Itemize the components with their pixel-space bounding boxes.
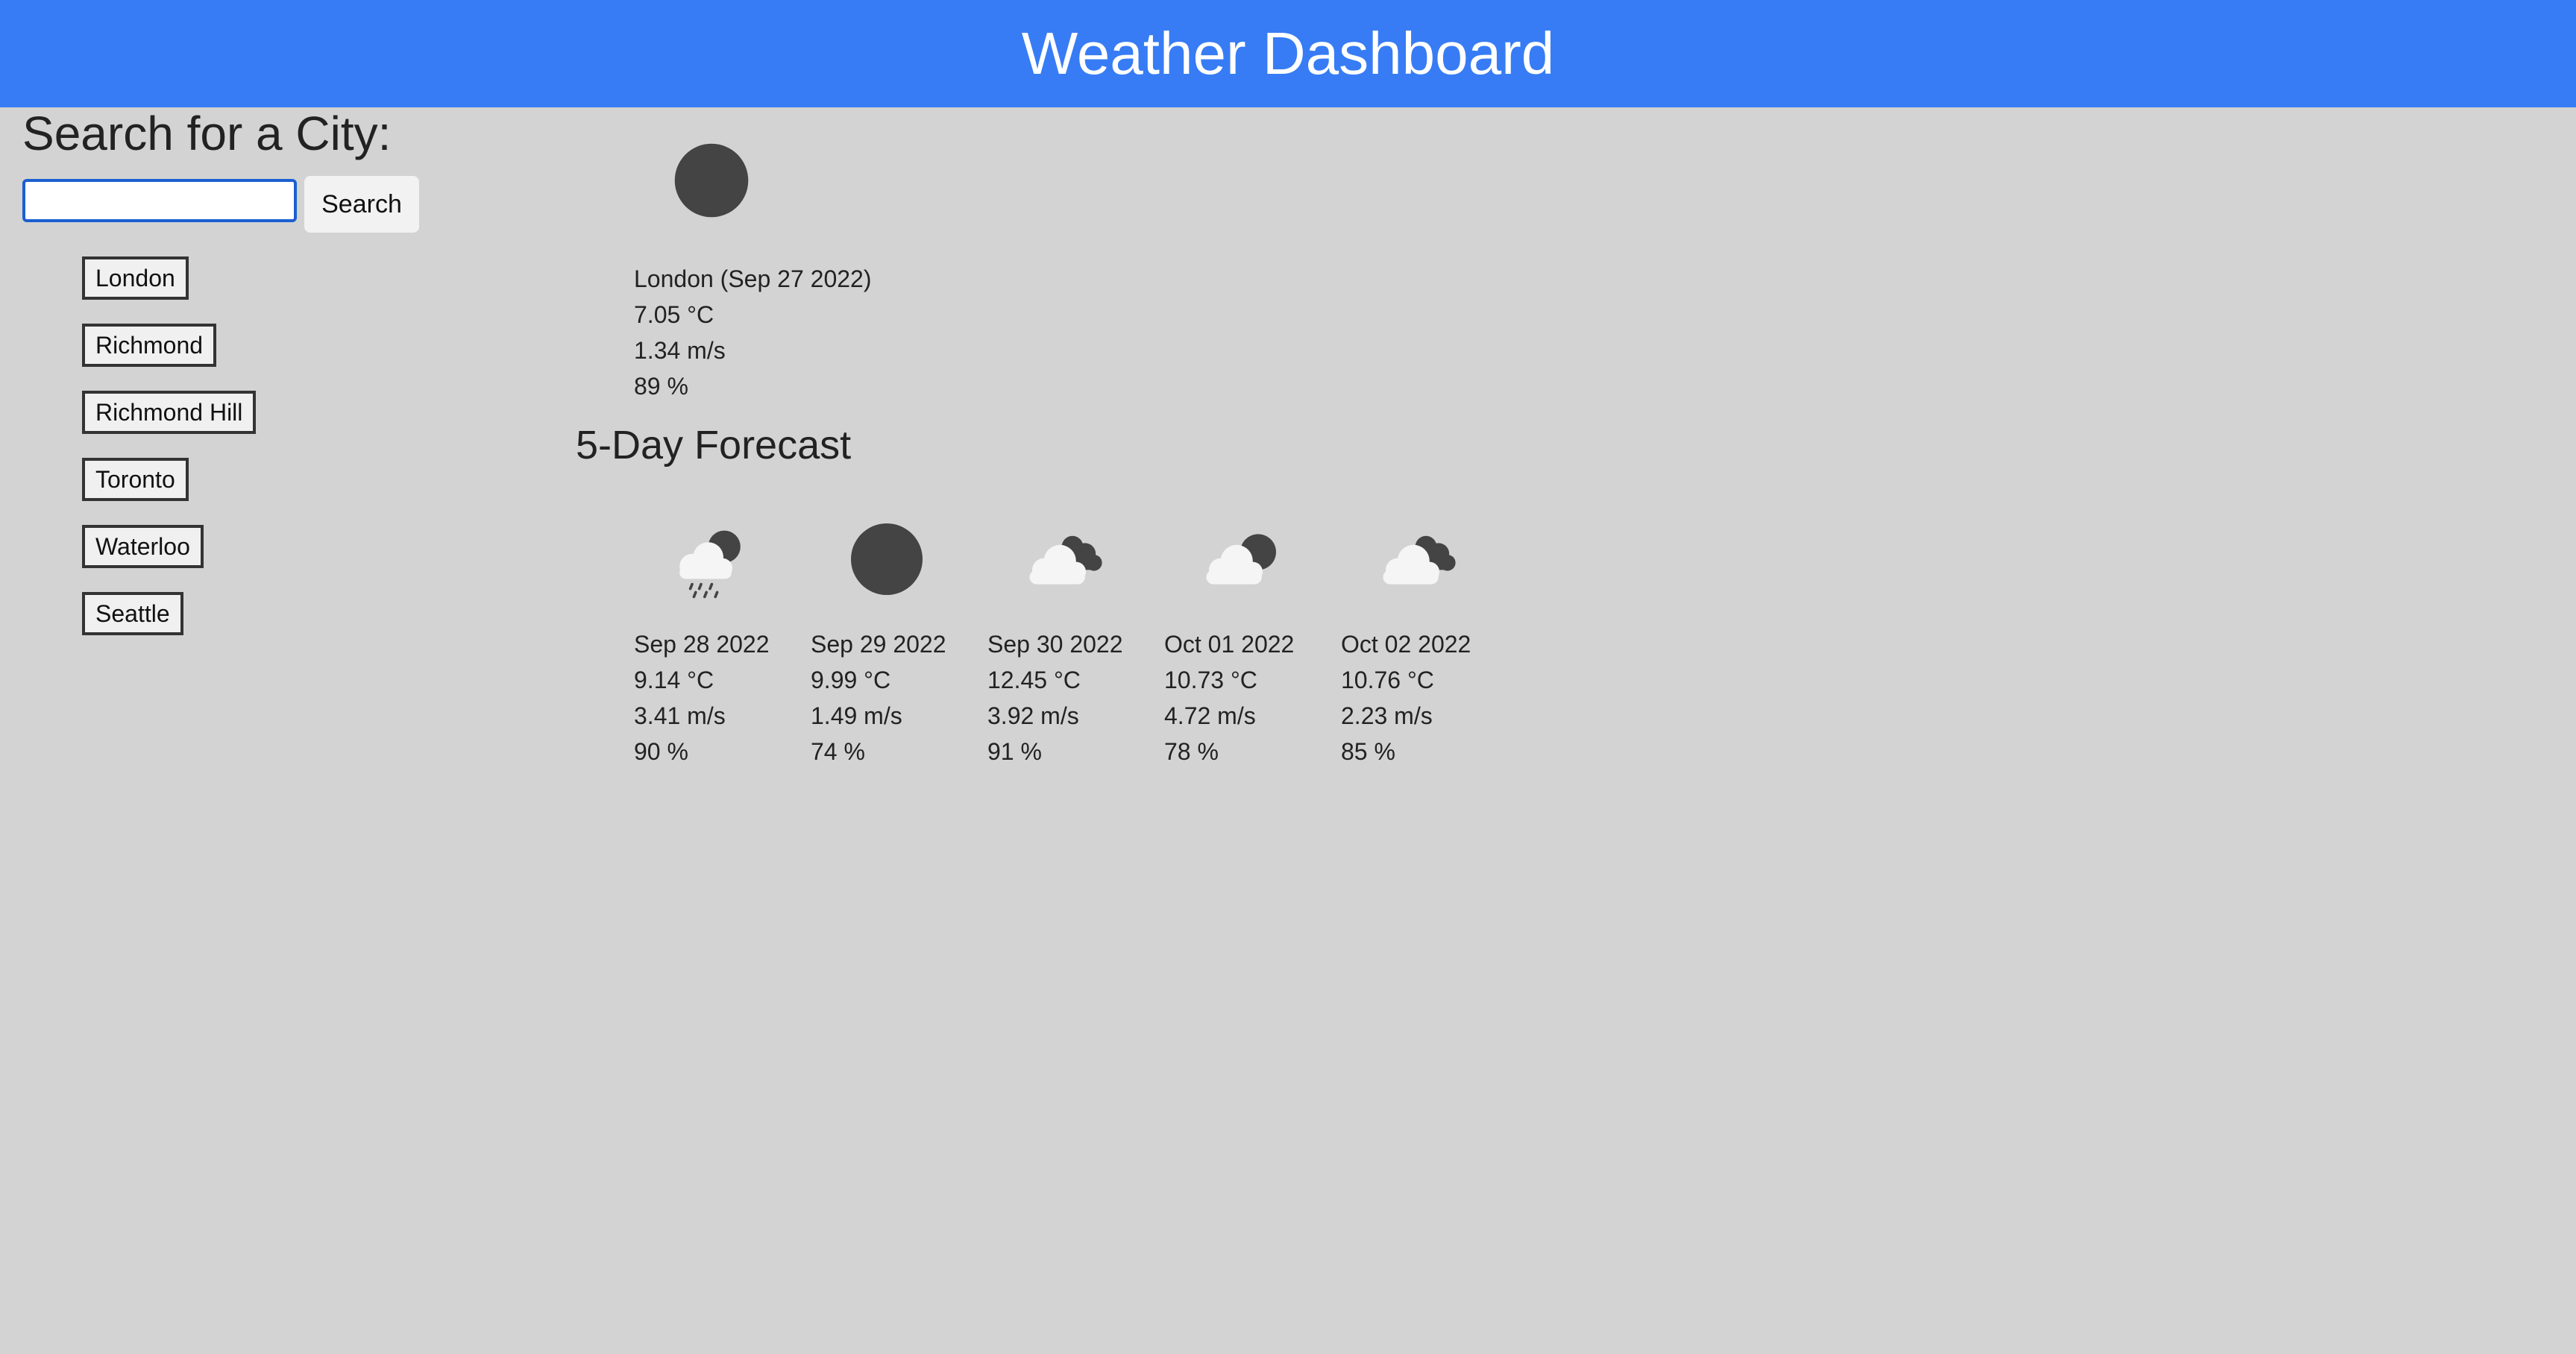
search-history-list: London Richmond Richmond Hill Toronto Wa… [82, 256, 257, 659]
broken-clouds-icon [1383, 535, 1456, 585]
forecast-date: Sep 30 2022 [987, 631, 1123, 658]
forecast-temperature: 9.99 °C [811, 667, 891, 693]
history-city-button[interactable]: Seattle [82, 592, 183, 635]
current-wind: 1.34 m/s [634, 337, 726, 364]
forecast-day-card: Sep 29 2022 9.99 °C 1.49 m/s 74 % [811, 514, 987, 769]
history-city-button[interactable]: London [82, 256, 189, 300]
history-city-button[interactable]: Waterloo [82, 525, 204, 568]
forecast-humidity: 78 % [1164, 738, 1219, 765]
app-header: Weather Dashboard [0, 0, 2576, 107]
current-humidity: 89 % [634, 373, 688, 400]
forecast-humidity: 91 % [987, 738, 1042, 765]
forecast-temperature: 12.45 °C [987, 667, 1081, 693]
forecast-wind: 4.72 m/s [1164, 702, 1256, 729]
forecast-day-card: Oct 01 2022 10.73 °C 4.72 m/s 78 % [1164, 514, 1341, 769]
current-city-date: London (Sep 27 2022) [634, 265, 872, 292]
forecast-wind: 1.49 m/s [811, 702, 902, 729]
forecast-date: Sep 29 2022 [811, 631, 946, 658]
forecast-wind: 3.41 m/s [634, 702, 726, 729]
forecast-temperature: 10.76 °C [1341, 667, 1434, 693]
forecast-humidity: 74 % [811, 738, 865, 765]
forecast-date: Oct 02 2022 [1341, 631, 1471, 658]
forecast-day-card: Sep 30 2022 12.45 °C 3.92 m/s 91 % [987, 514, 1164, 769]
forecast-temperature: 9.14 °C [634, 667, 714, 693]
clear-night-icon [851, 523, 923, 595]
clear-night-icon [674, 143, 749, 218]
forecast-humidity: 90 % [634, 738, 688, 765]
forecast-row: Sep 28 2022 9.14 °C 3.41 m/s 90 % Sep 29… [634, 514, 1518, 769]
partly-cloudy-night-icon [1206, 534, 1276, 585]
city-search-input[interactable] [22, 179, 297, 222]
forecast-day-card: Sep 28 2022 9.14 °C 3.41 m/s 90 % [634, 514, 811, 769]
current-weather-panel: London (Sep 27 2022) 7.05 °C 1.34 m/s 89… [634, 139, 871, 404]
history-city-button[interactable]: Toronto [82, 458, 189, 501]
forecast-day-card: Oct 02 2022 10.76 °C 2.23 m/s 85 % [1341, 514, 1518, 769]
rain-night-icon [679, 530, 741, 599]
current-temperature: 7.05 °C [634, 301, 714, 328]
history-city-button[interactable]: Richmond [82, 324, 217, 367]
forecast-temperature: 10.73 °C [1164, 667, 1257, 693]
forecast-humidity: 85 % [1341, 738, 1395, 765]
history-city-button[interactable]: Richmond Hill [82, 391, 257, 434]
forecast-wind: 2.23 m/s [1341, 702, 1433, 729]
search-button[interactable]: Search [304, 176, 419, 233]
forecast-heading: 5-Day Forecast [576, 423, 852, 467]
search-heading: Search for a City: [22, 107, 392, 160]
forecast-wind: 3.92 m/s [987, 702, 1079, 729]
broken-clouds-icon [1029, 535, 1102, 585]
page-title: Weather Dashboard [1021, 20, 1555, 86]
forecast-date: Oct 01 2022 [1164, 631, 1295, 658]
forecast-date: Sep 28 2022 [634, 631, 770, 658]
